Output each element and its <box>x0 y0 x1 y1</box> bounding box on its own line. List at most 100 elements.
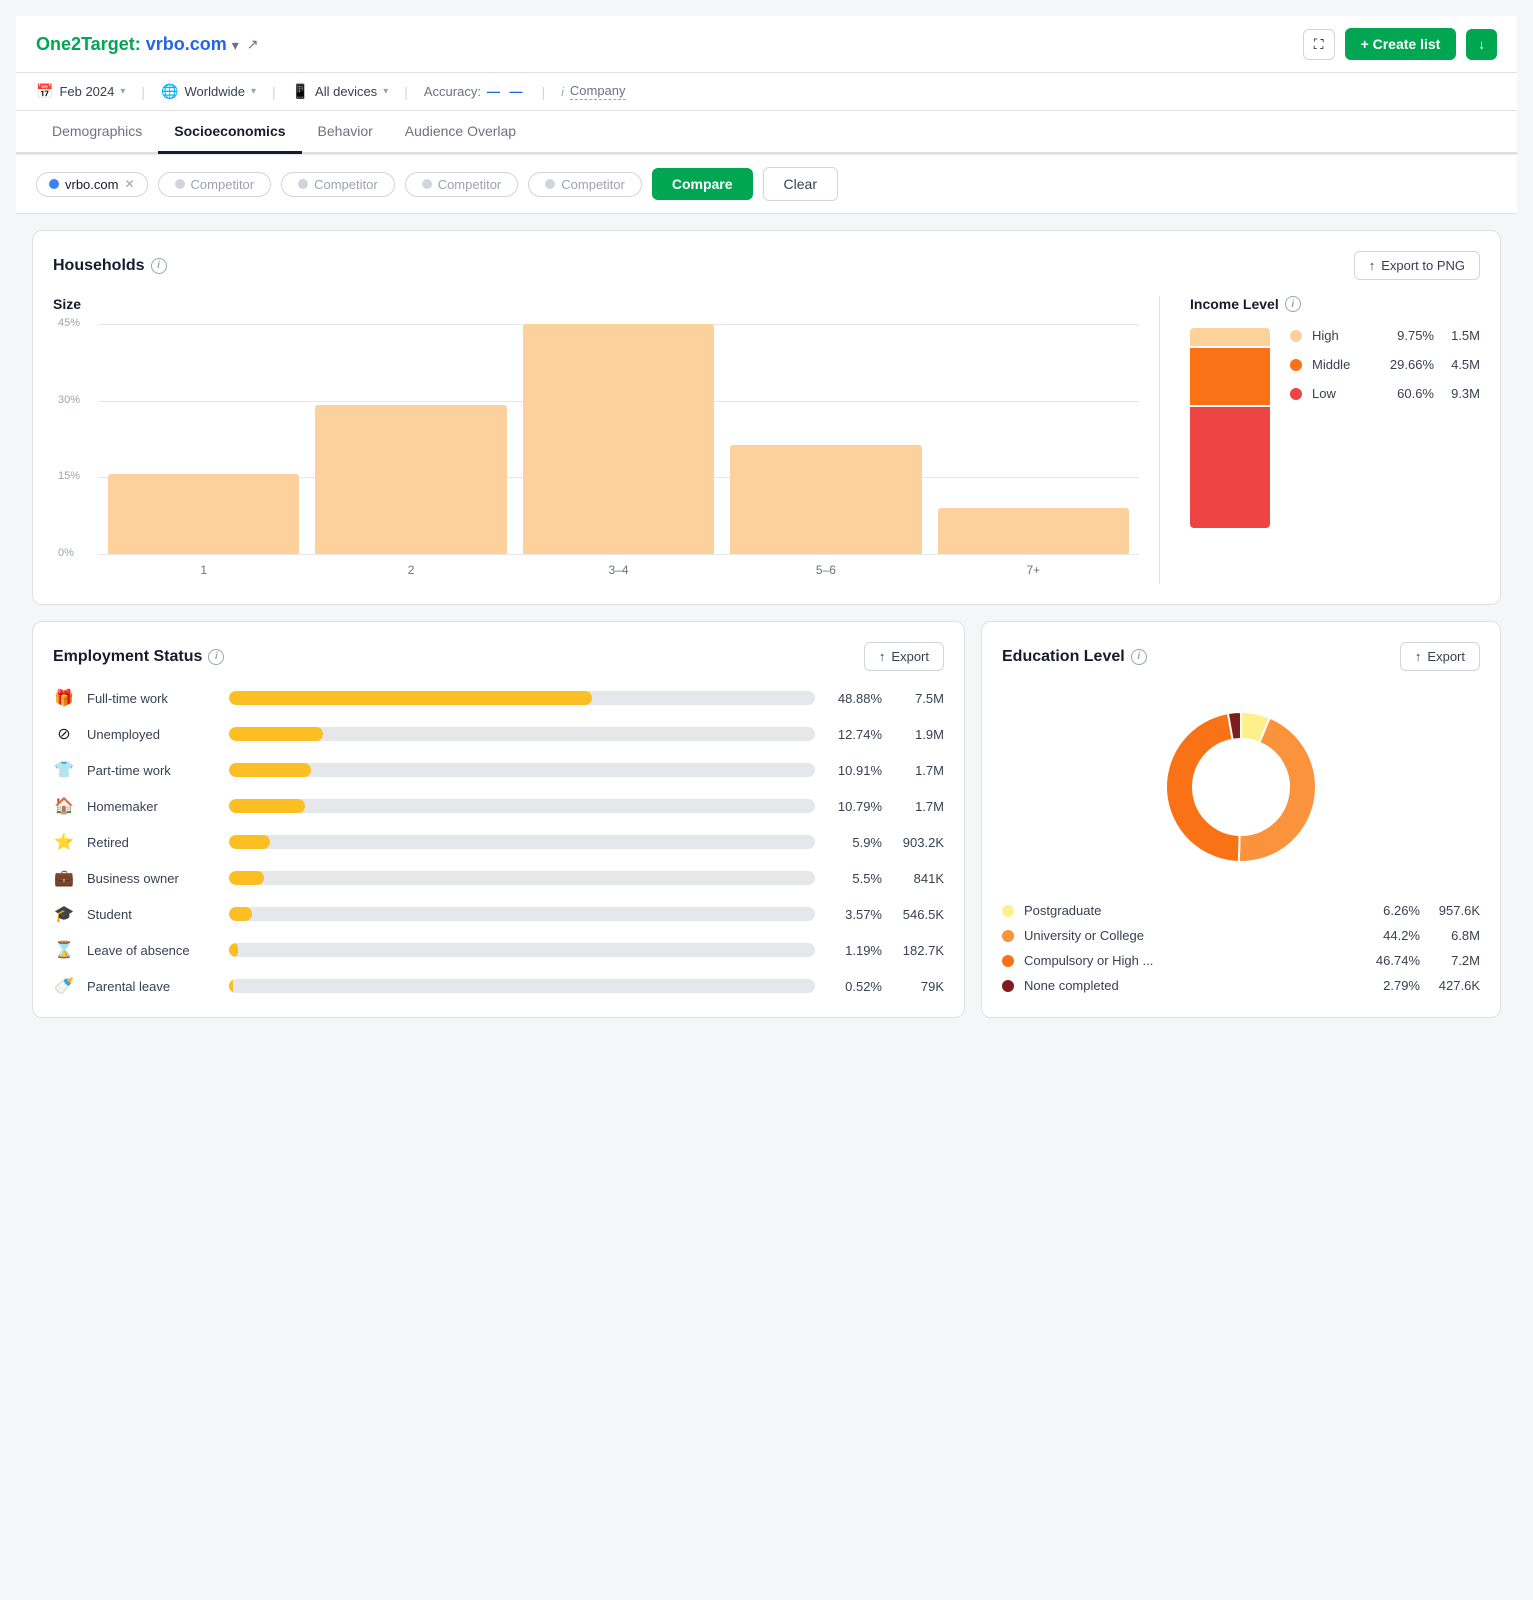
emp-bar-fill-retired <box>229 835 270 849</box>
export-label: Export to PNG <box>1381 258 1465 273</box>
emp-label-homemaker: Homemaker <box>87 799 217 814</box>
emp-icon-part-time-work: 👕 <box>53 759 75 781</box>
education-export-button[interactable]: ↑ Export <box>1400 642 1480 671</box>
income-title: Income Level i <box>1190 296 1480 312</box>
list-item: ⌛ Leave of absence 1.19% 182.7K <box>53 939 944 961</box>
location-chevron-icon: ▾ <box>251 86 256 97</box>
emp-bar-container-parental-leave <box>229 979 815 993</box>
emp-val-student: 546.5K <box>894 907 944 922</box>
households-inner: Size 45% 30% 15% <box>53 296 1480 584</box>
date-chevron-icon: ▾ <box>120 86 125 97</box>
emp-label-business-owner: Business owner <box>87 871 217 886</box>
emp-bar-fill-homemaker <box>229 799 305 813</box>
emp-icon-business-owner: 💼 <box>53 867 75 889</box>
tab-demographics[interactable]: Demographics <box>36 111 158 154</box>
tab-socioeconomics[interactable]: Socioeconomics <box>158 111 301 154</box>
emp-bar-fill-parental-leave <box>229 979 233 993</box>
bar-1 <box>108 474 299 555</box>
accuracy-item: Accuracy: — — <box>424 84 526 99</box>
competitor-placeholder-3[interactable]: Competitor <box>405 172 519 197</box>
households-export-button[interactable]: ↑ Export to PNG <box>1354 251 1480 280</box>
emp-pct-full-time-work: 48.88% <box>827 691 882 706</box>
competitor-placeholder-4[interactable]: Competitor <box>528 172 642 197</box>
emp-label-student: Student <box>87 907 217 922</box>
income-pct-high: 9.75% <box>1397 328 1434 343</box>
download-button[interactable]: ↓ <box>1466 29 1497 60</box>
device-filter-label: All devices <box>315 84 377 99</box>
education-header: Education Level i ↑ Export <box>1002 642 1480 671</box>
expand-button[interactable]: ⛶ <box>1303 29 1335 60</box>
employment-card: Employment Status i ↑ Export 🎁 Full-time… <box>32 621 965 1018</box>
remove-competitor-icon[interactable]: ✕ <box>124 177 134 191</box>
device-filter[interactable]: 📱 All devices ▾ <box>292 83 389 100</box>
create-list-button[interactable]: + Create list <box>1345 28 1457 60</box>
income-info-icon[interactable]: i <box>1285 296 1301 312</box>
emp-val-parental-leave: 79K <box>894 979 944 994</box>
x-label-7+: 7+ <box>938 563 1129 577</box>
list-item: ⊘ Unemployed 12.74% 1.9M <box>53 723 944 745</box>
emp-bar-fill-leave-of-absence <box>229 943 238 957</box>
main-competitor-tag[interactable]: vrbo.com ✕ <box>36 172 148 197</box>
header: One2Target: vrbo.com ▾ ↗ ⛶ + Create list… <box>16 16 1517 73</box>
emp-val-unemployed: 1.9M <box>894 727 944 742</box>
separator-4: | <box>542 84 546 100</box>
edu-legend-val: 957.6K <box>1430 903 1480 918</box>
location-filter[interactable]: 🌐 Worldwide ▾ <box>161 83 256 100</box>
filter-bar: 📅 Feb 2024 ▾ | 🌐 Worldwide ▾ | 📱 All dev… <box>16 73 1517 111</box>
grid-label-15: 15% <box>58 470 80 482</box>
edu-dot-icon <box>1002 980 1014 992</box>
emp-icon-student: 🎓 <box>53 903 75 925</box>
emp-icon-full-time-work: 🎁 <box>53 687 75 709</box>
dropdown-arrow-icon[interactable]: ▾ <box>232 37 239 53</box>
education-info-icon[interactable]: i <box>1131 649 1147 665</box>
competitor-dot-icon <box>49 179 59 189</box>
edu-legend-pct: 2.79% <box>1383 978 1420 993</box>
domain-link[interactable]: vrbo.com <box>146 34 227 54</box>
edu-legend-label: University or College <box>1024 928 1373 943</box>
emp-val-business-owner: 841K <box>894 871 944 886</box>
competitor-placeholder-1[interactable]: Competitor <box>158 172 272 197</box>
education-card: Education Level i ↑ Export Postgra <box>981 621 1501 1018</box>
compare-button[interactable]: Compare <box>652 168 753 200</box>
bar-5–6 <box>730 445 921 554</box>
placeholder-dot-2-icon <box>298 179 308 189</box>
company-filter[interactable]: i Company <box>561 83 625 100</box>
households-card: Households i ↑ Export to PNG Size <box>32 230 1501 605</box>
households-info-icon[interactable]: i <box>151 258 167 274</box>
employment-export-label: Export <box>891 649 929 664</box>
edu-legend-item: University or College 44.2% 6.8M <box>1002 928 1480 943</box>
external-link-icon[interactable]: ↗ <box>247 36 259 53</box>
emp-bar-fill-full-time-work <box>229 691 592 705</box>
separator-2: | <box>272 84 276 100</box>
edu-legend-label: Compulsory or High ... <box>1024 953 1366 968</box>
employment-info-icon[interactable]: i <box>208 649 224 665</box>
tab-behavior[interactable]: Behavior <box>302 111 389 154</box>
x-label-5–6: 5–6 <box>730 563 921 577</box>
x-axis-labels: 123–45–67+ <box>98 556 1139 584</box>
tab-audience-overlap[interactable]: Audience Overlap <box>389 111 532 154</box>
emp-bar-container-full-time-work <box>229 691 815 705</box>
bar-2 <box>315 405 506 555</box>
emp-bar-fill-student <box>229 907 252 921</box>
income-val-middle: 4.5M <box>1444 357 1480 372</box>
list-item: 👕 Part-time work 10.91% 1.7M <box>53 759 944 781</box>
edu-legend-pct: 46.74% <box>1376 953 1420 968</box>
emp-icon-leave-of-absence: ⌛ <box>53 939 75 961</box>
edu-dot-icon <box>1002 905 1014 917</box>
education-title: Education Level i <box>1002 648 1147 666</box>
accuracy-label: Accuracy: <box>424 84 481 99</box>
date-filter-label: Feb 2024 <box>59 84 114 99</box>
donut-svg <box>1141 687 1341 887</box>
employment-list: 🎁 Full-time work 48.88% 7.5M ⊘ Unemploye… <box>53 687 944 997</box>
emp-bar-container-retired <box>229 835 815 849</box>
income-pct-low: 60.6% <box>1397 386 1434 401</box>
emp-bar-fill-business-owner <box>229 871 264 885</box>
size-title: Size <box>53 296 1139 312</box>
tab-bar: Demographics Socioeconomics Behavior Aud… <box>16 111 1517 154</box>
income-dot-high-icon <box>1290 330 1302 342</box>
competitor-placeholder-2[interactable]: Competitor <box>281 172 395 197</box>
page-title: One2Target: vrbo.com ▾ <box>36 34 239 55</box>
clear-button[interactable]: Clear <box>763 167 838 201</box>
employment-export-button[interactable]: ↑ Export <box>864 642 944 671</box>
date-filter[interactable]: 📅 Feb 2024 ▾ <box>36 83 125 100</box>
